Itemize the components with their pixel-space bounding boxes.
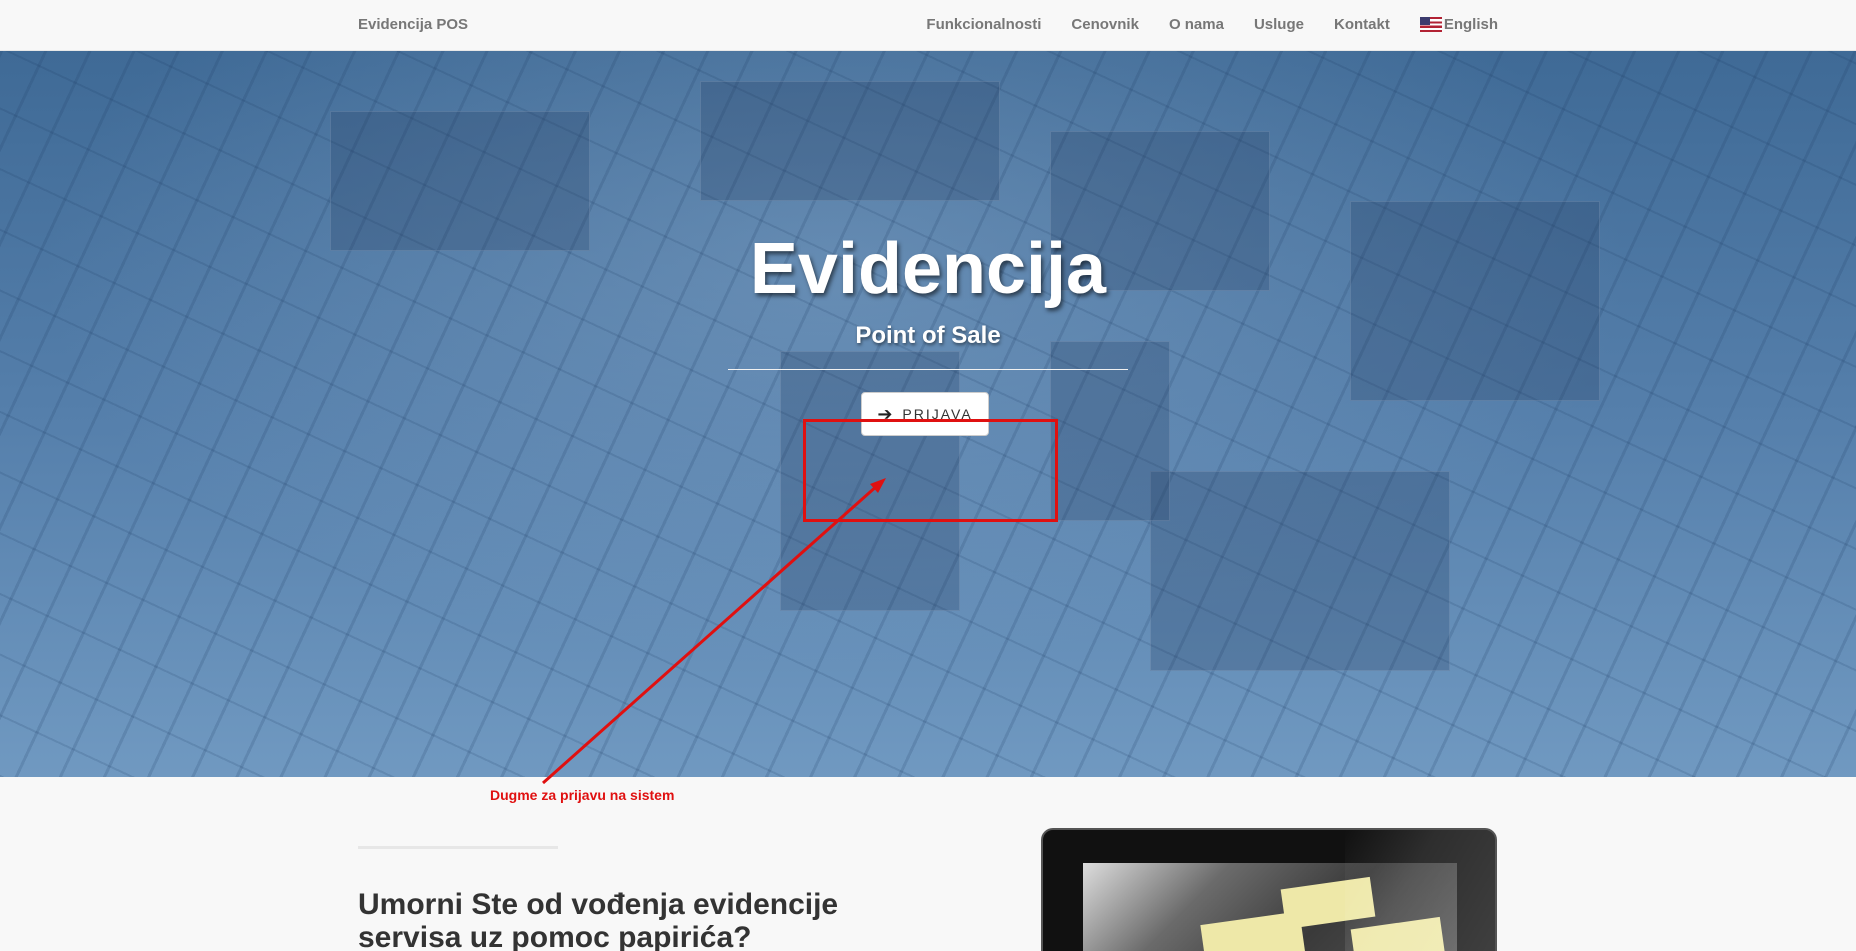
annotation-arrow: [542, 478, 886, 785]
tablet-image: [1041, 828, 1497, 951]
sticky-note: [1200, 911, 1306, 951]
section-divider: [358, 846, 558, 849]
section-heading: Umorni Ste od vođenja evidencije servisa…: [358, 888, 839, 951]
tablet-glare: [1345, 830, 1495, 951]
annotation-label: Dugme za prijavu na sistem: [490, 787, 675, 803]
